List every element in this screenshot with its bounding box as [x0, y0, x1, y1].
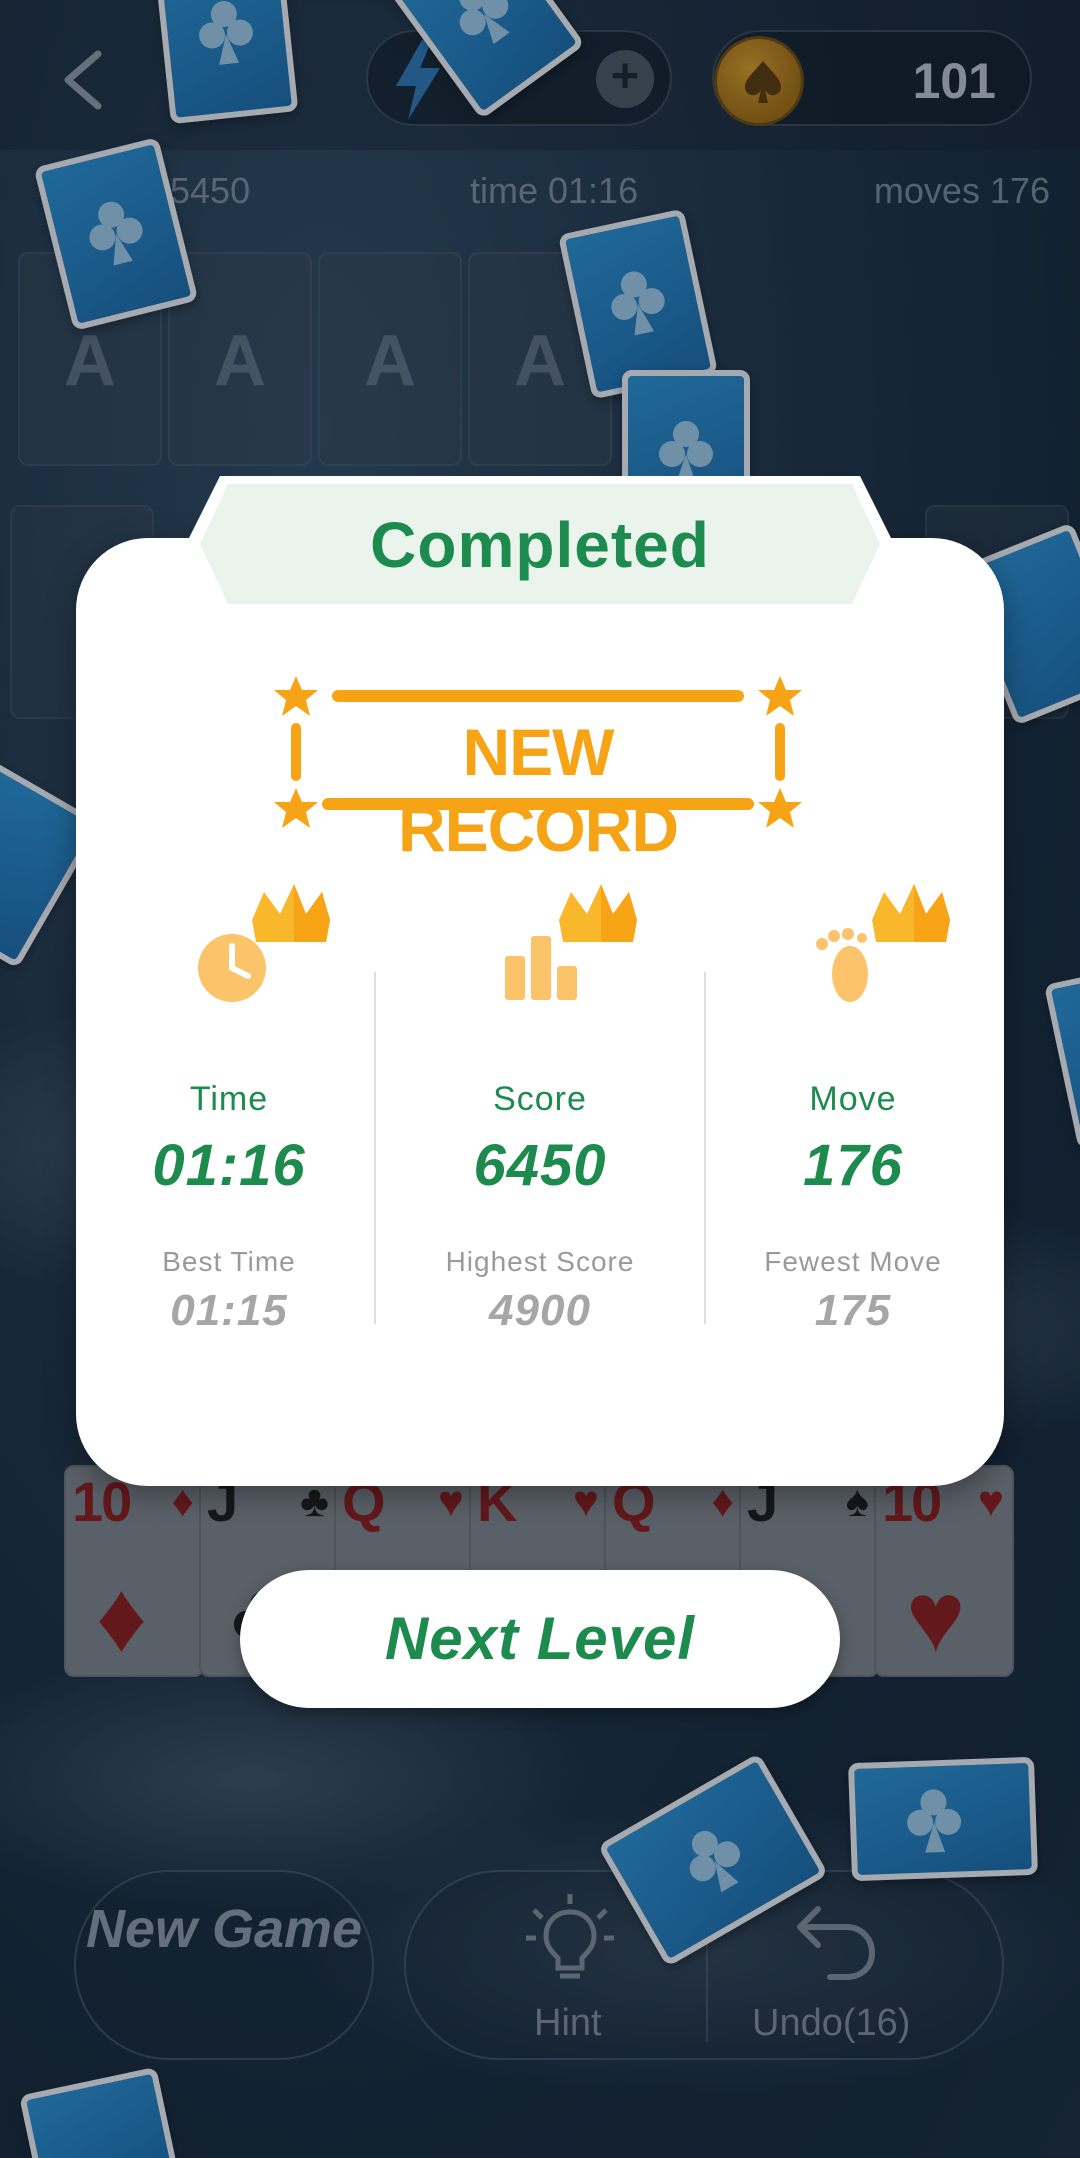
- time-stat-column: Time 01:16 Best Time 01:15: [74, 880, 384, 1350]
- new-record-text: NEW RECORD: [397, 715, 679, 865]
- move-stat-column: Move 176 Fewest Move 175: [698, 880, 1008, 1350]
- fewest-move-label: Fewest Move: [764, 1246, 942, 1277]
- move-label: Move: [809, 1080, 897, 1118]
- bar-chart-crown-icon: [505, 884, 637, 1000]
- dialog-title: Completed: [370, 509, 710, 581]
- footprint-crown-icon: [816, 884, 950, 1002]
- fewest-move-value: 175: [814, 1286, 892, 1335]
- time-label: Time: [189, 1080, 269, 1118]
- best-time-label: Best Time: [162, 1246, 296, 1277]
- time-value: 01:16: [152, 1133, 306, 1198]
- best-time-value: 01:15: [170, 1286, 288, 1335]
- clock-crown-icon: [198, 884, 330, 1002]
- score-stat-column: Score 6450 Highest Score 4900: [385, 880, 695, 1350]
- next-level-label: Next Level: [384, 1605, 696, 1672]
- score-value: 6450: [473, 1133, 607, 1198]
- move-value: 176: [803, 1133, 903, 1198]
- highest-score-label: Highest Score: [445, 1246, 635, 1277]
- score-label: Score: [493, 1080, 587, 1118]
- highest-score-value: 4900: [489, 1286, 591, 1335]
- next-level-button[interactable]: Next Level: [240, 1570, 840, 1708]
- new-record-badge: NEW RECORD: [268, 676, 808, 865]
- column-divider: [374, 972, 376, 1324]
